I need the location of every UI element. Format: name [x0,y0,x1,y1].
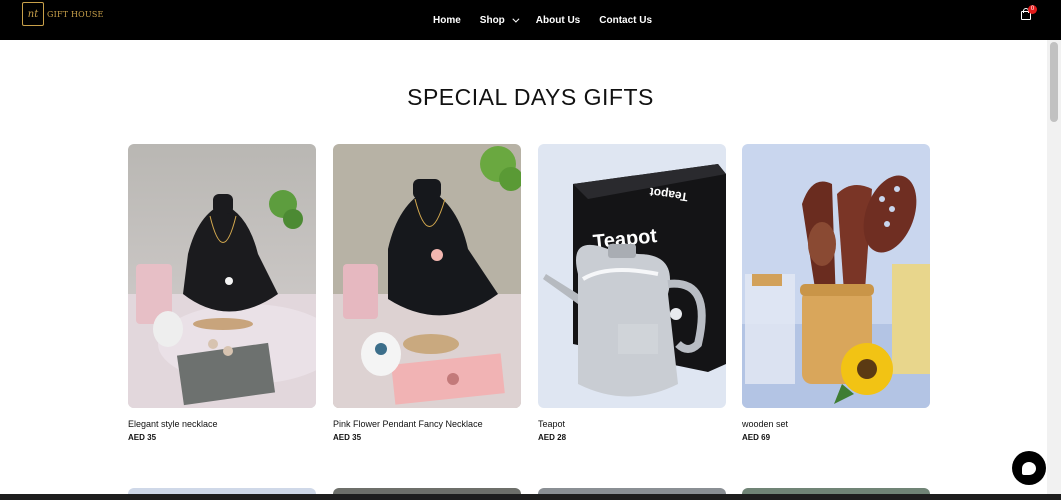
cart-button[interactable]: 0 [1020,5,1037,22]
product-card[interactable]: wooden set AED 69 [742,144,930,442]
product-card[interactable]: Teapot Teapot Teapot AED 28 [538,144,726,442]
wooden-set-photo [742,144,930,408]
nav-about-us[interactable]: About Us [536,15,580,26]
section-title: SPECIAL DAYS GIFTS [407,84,654,110]
chat-button[interactable] [1012,451,1046,485]
top-navbar: nt GIFT HOUSE Home Shop About Us Contact… [0,0,1061,40]
main-nav: Home Shop About Us Contact Us [433,0,652,40]
page-scrollbar[interactable] [1047,40,1061,500]
pink-necklace-photo [333,144,521,408]
chevron-down-icon [512,15,520,23]
os-taskbar [0,494,1061,500]
product-image[interactable] [333,144,521,408]
product-name[interactable]: Teapot [538,419,726,429]
product-name[interactable]: wooden set [742,419,930,429]
product-image[interactable] [128,144,316,408]
product-card[interactable]: Elegant style necklace AED 35 [128,144,316,442]
product-card[interactable]: Pink Flower Pendant Fancy Necklace AED 3… [333,144,521,442]
nav-home-label: Home [433,14,461,26]
teapot-photo: Teapot Teapot [538,144,726,408]
nav-contact-label: Contact Us [599,14,653,26]
logo-text: GIFT HOUSE [47,9,104,19]
chat-bubble-icon [1022,461,1036,475]
product-image[interactable] [742,144,930,408]
scrollbar-thumb[interactable] [1050,42,1058,122]
product-name[interactable]: Elegant style necklace [128,419,316,429]
product-price: AED 35 [333,433,362,442]
product-price: AED 28 [538,433,567,442]
nav-shop[interactable]: Shop [479,14,520,26]
product-image[interactable]: Teapot Teapot [538,144,726,408]
product-name[interactable]: Pink Flower Pendant Fancy Necklace [333,419,521,429]
site-logo[interactable]: nt GIFT HOUSE [22,2,104,26]
cart-count-badge: 0 [1028,5,1037,14]
logo-mark: nt [22,2,44,26]
nav-contact-us[interactable]: Contact Us [599,15,652,26]
nav-shop-label: Shop [479,14,505,26]
necklace-photo [128,144,316,408]
product-price: AED 35 [128,433,157,442]
product-price: AED 69 [742,433,771,442]
nav-about-label: About Us [535,14,581,26]
nav-home[interactable]: Home [433,15,461,26]
